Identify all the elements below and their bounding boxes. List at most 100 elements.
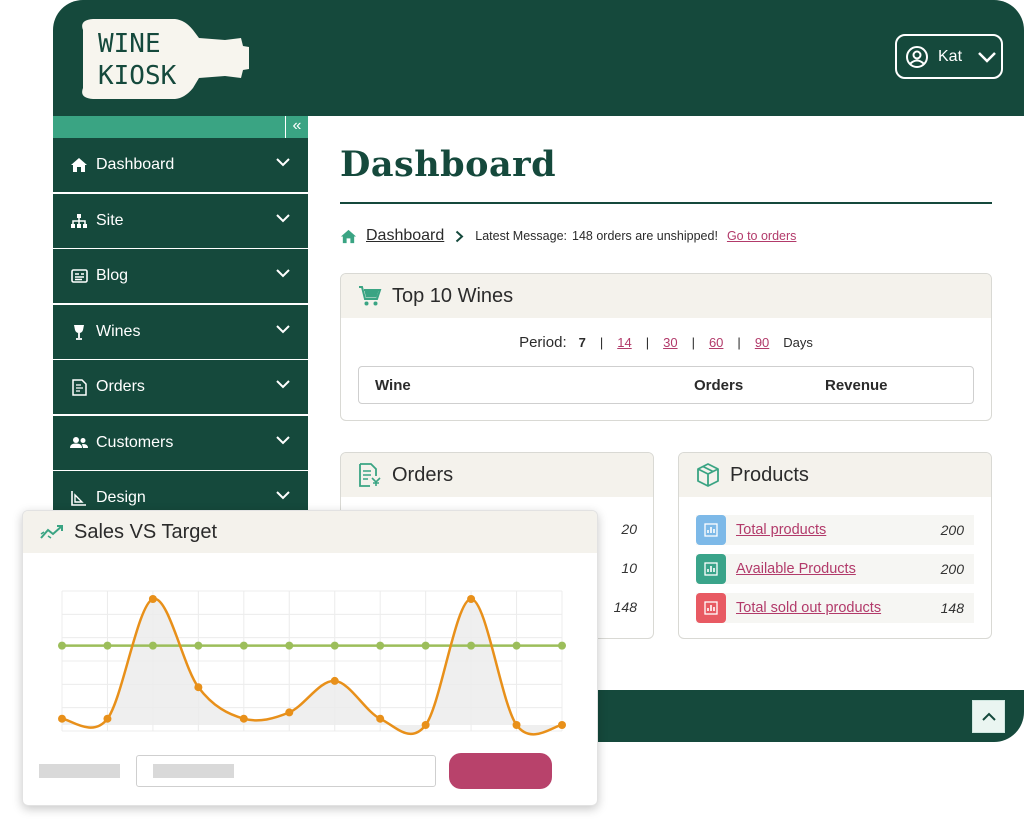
available-products-value: 200 [940,561,964,577]
sidebar-item-dashboard[interactable]: Dashboard [53,138,308,192]
scroll-to-top-button[interactable] [972,700,1005,733]
total-products-link[interactable]: Total products [736,522,826,538]
user-circle-icon [906,45,928,68]
card-title: Orders [392,463,454,486]
chevron-right-icon [456,230,464,242]
sales-chart [58,590,566,736]
chevron-down-icon [276,213,290,222]
period-separator: | [691,334,695,350]
sold-out-products-link[interactable]: Total sold out products [736,600,881,616]
top-wines-table-header: Wine Orders Revenue [358,366,974,404]
target-point [558,641,566,650]
sales-point [421,721,430,729]
target-point [285,641,294,650]
sidebar-item-label: Customers [96,433,174,451]
sidebar-item-site[interactable]: Site [53,193,308,248]
chevron-down-icon [276,324,290,333]
sales-point [239,714,248,723]
sidebar-item-orders[interactable]: Orders [53,360,308,414]
period-selector: Period: 7 | 14 | 30 | 60 | 90 Days [341,332,991,352]
page-title: Dashboard [340,144,557,185]
period-option-link[interactable]: 14 [617,335,631,350]
available-products-link[interactable]: Available Products [736,561,856,577]
home-icon[interactable] [340,228,357,245]
sales-point [285,708,294,717]
target-point [512,641,521,650]
sales-point [512,721,521,729]
logo-line1: WINE [98,29,161,59]
top-bar: WINE KIOSK Kat [53,0,1024,116]
filter-input[interactable] [136,755,436,787]
shopping-cart-icon [358,284,382,308]
orders-value: 148 [613,599,637,615]
sitemap-icon [70,212,88,230]
trend-line-icon [40,520,64,544]
submit-button[interactable] [449,753,552,789]
double-chevron-left-icon: « [292,117,302,134]
logo-line2: KIOSK [98,61,177,91]
days-label: Days [783,334,813,350]
sidebar-item-label: Wines [96,322,141,340]
chart-icon [696,515,726,545]
sidebar-item-label: Design [96,489,146,506]
chevron-down-icon [978,51,996,63]
chevron-down-icon [276,269,290,278]
period-option-link[interactable]: 60 [709,335,723,350]
chevron-down-icon [276,435,290,444]
period-separator: | [737,334,741,350]
sidebar-item-customers[interactable]: Customers [53,415,308,470]
breadcrumb: Dashboard Latest Message: 148 orders are… [340,224,992,248]
blog-icon [70,267,88,285]
sidebar-item-blog[interactable]: Blog [53,249,308,303]
latest-message-label: Latest Message: [475,229,567,243]
column-header-orders: Orders [694,377,744,394]
breadcrumb-dashboard-link[interactable]: Dashboard [366,227,444,245]
sales-area [62,598,562,735]
sidebar-item-label: Dashboard [96,156,175,173]
sold-out-products-value: 148 [940,600,964,616]
period-option-selected: 7 [578,334,586,350]
top-wines-card: Top 10 Wines Period: 7 | 14 | 30 | 60 | … [340,273,992,421]
period-option-link[interactable]: 30 [663,335,677,350]
filter-label-placeholder [39,764,120,778]
target-point [148,641,157,650]
target-point [58,641,66,650]
sidebar-item-wines[interactable]: Wines [53,304,308,359]
sales-point [148,595,157,603]
card-header: Products [679,453,991,497]
sales-point [330,676,339,685]
user-menu-button[interactable]: Kat [895,34,1003,79]
card-header: Top 10 Wines [341,274,991,318]
chevron-down-icon [276,380,290,389]
target-point [103,641,112,650]
chevron-down-icon [276,158,290,167]
chevron-up-icon [981,712,996,721]
orders-value: 10 [621,560,637,576]
list-item: Available Products 200 [696,554,974,584]
chevron-down-icon [276,491,290,500]
sidebar-item-label: Site [96,211,124,229]
title-divider [340,202,992,204]
card-header: Sales VS Target [23,511,597,553]
wine-kiosk-logo[interactable]: WINE KIOSK [75,16,251,102]
sidebar-item-label: Blog [96,267,129,284]
column-header-revenue: Revenue [825,377,888,394]
period-separator: | [645,334,650,350]
orders-icon [70,378,88,396]
card-title: Products [730,463,809,486]
sales-point [376,714,385,723]
users-icon [70,434,88,452]
go-to-orders-link[interactable]: Go to orders [727,229,796,243]
period-option-link[interactable]: 90 [755,335,769,350]
target-point [467,641,476,650]
main-content: Dashboard Dashboard Latest Message: 148 … [340,116,992,248]
sidebar-collapse-button[interactable]: « [285,116,308,138]
orders-document-icon [358,463,382,487]
column-header-wine: Wine [375,377,411,394]
sales-point [558,721,566,729]
sales-point [58,714,66,723]
sales-point [103,714,112,723]
box-icon [696,463,720,487]
design-icon [70,489,88,507]
total-products-value: 200 [940,522,964,538]
